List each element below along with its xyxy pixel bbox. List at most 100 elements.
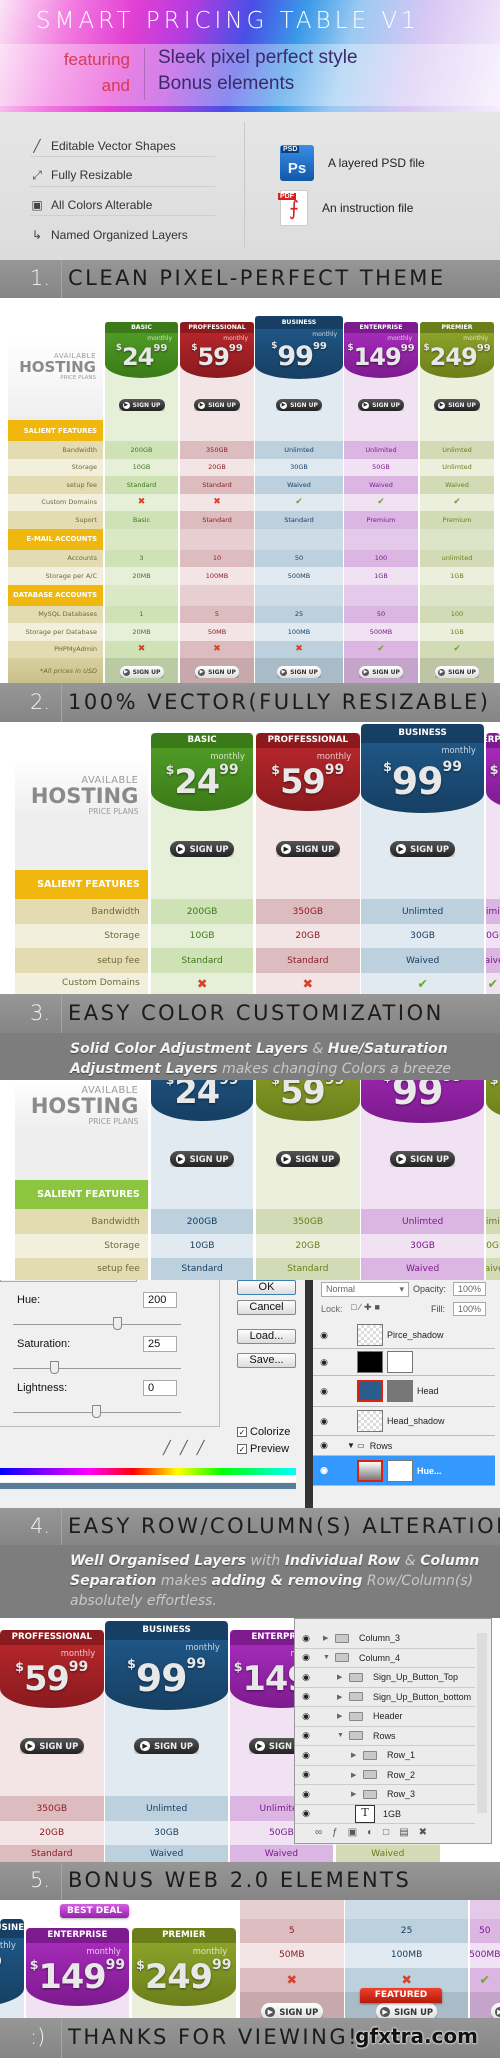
cross-icon: ✖	[196, 975, 208, 991]
eyedropper-icons[interactable]: ╱╱╱	[163, 1440, 213, 1456]
saturation-slider[interactable]	[13, 1361, 181, 1374]
expand-arrow-icon[interactable]: ▶	[337, 1712, 349, 1720]
eye-icon[interactable]: ◉	[317, 1330, 331, 1341]
colorize-checkbox[interactable]: ✓ Colorize	[237, 1426, 290, 1438]
layer-row[interactable]: ◉ ▼ ▭ Rows	[313, 1436, 495, 1456]
opacity-input[interactable]: 100%	[453, 1282, 487, 1296]
sign-up-button[interactable]: ▶SIGN UP	[359, 666, 403, 678]
expand-arrow-icon[interactable]: ▶	[351, 1790, 363, 1798]
layers-tree-icon: ↳	[31, 227, 43, 242]
eye-icon[interactable]: ◉	[299, 1789, 313, 1800]
lightness-slider[interactable]	[13, 1405, 181, 1418]
eye-icon[interactable]: ◉	[299, 1691, 313, 1702]
sign-up-button[interactable]: ▶SIGN UP	[275, 840, 340, 858]
sign-up-button[interactable]: ▶SIGN UP	[375, 2003, 438, 2018]
table-cell: 5	[240, 1918, 344, 1944]
eye-icon[interactable]: ◉	[299, 1730, 313, 1741]
layer-group-row[interactable]: ◉ ▶ Row_2	[295, 1766, 475, 1785]
expand-arrow-icon[interactable]: ▼	[323, 1654, 335, 1661]
sign-up-button[interactable]: ▶SIGN UP	[195, 666, 239, 678]
eye-icon[interactable]: ◉	[299, 1633, 313, 1644]
slider-thumb[interactable]	[113, 1317, 122, 1330]
sign-up-button[interactable]: ▶SIGN UP	[390, 840, 455, 858]
expand-arrow-icon[interactable]: ▶	[337, 1673, 349, 1681]
sign-up-label: SIGN UP	[208, 668, 236, 676]
eye-icon[interactable]: ◉	[317, 1357, 331, 1368]
sign-up-button[interactable]: ▶SIGN UP	[277, 666, 321, 678]
eye-icon[interactable]: ◉	[299, 1769, 313, 1780]
slider-thumb[interactable]	[50, 1361, 59, 1374]
layer-row[interactable]: ◉ Head	[313, 1376, 495, 1407]
sign-up-button[interactable]: ▶SIGN UP	[119, 666, 164, 678]
layers-toolbar-icons[interactable]: ∞ƒ▣◐□▤✖	[315, 1827, 437, 1838]
vector-pen-icon: ╱	[33, 138, 41, 153]
expand-arrow-icon[interactable]: ▶	[351, 1751, 363, 1759]
layers-panel: Normal ▾ Opacity: 100% Lock: □∕✚■ Fill: …	[313, 1280, 500, 1508]
sign-up-button[interactable]: ▶SIGN UP	[276, 399, 322, 411]
caption-part: makes	[156, 1573, 212, 1589]
expand-arrow-icon[interactable]: ▶	[337, 1693, 349, 1701]
slider-thumb[interactable]	[92, 1405, 101, 1418]
preview-checkbox[interactable]: ✓ Preview	[237, 1443, 289, 1455]
sign-up-button[interactable]: ▶SIGN UP	[490, 2003, 500, 2018]
layer-group-row[interactable]: ◉ ▶ Sign_Up_Button_Top	[295, 1668, 475, 1688]
expand-arrow-icon[interactable]: ▼	[337, 1732, 349, 1739]
expand-arrow-icon[interactable]: ▶	[323, 1634, 335, 1642]
eye-icon[interactable]: ◉	[317, 1465, 331, 1476]
layer-group-row[interactable]: ◉ ▶ Row_3	[295, 1785, 475, 1805]
saturation-input[interactable]: 25	[143, 1336, 177, 1352]
lock-icons[interactable]: □∕✚■	[351, 1302, 383, 1313]
sign-up-button[interactable]: ▶SIGN UP	[169, 840, 235, 858]
plan-name: ENTERPRISE	[344, 322, 418, 333]
layer-group-row[interactable]: ◉ ▶ Row_1	[295, 1746, 475, 1766]
sign-up-button[interactable]: ▶SIGN UP	[435, 666, 479, 678]
layer-group-row[interactable]: ◉ ▶ Header	[295, 1707, 475, 1727]
layer-group-row[interactable]: ◉ ▶ Column_3	[295, 1629, 475, 1649]
sign-up-button[interactable]: ▶SIGN UP	[358, 399, 404, 411]
cancel-button[interactable]: Cancel	[237, 1300, 296, 1315]
sign-up-label: SIGN UP	[39, 1740, 79, 1751]
sign-up-button[interactable]: ▶SIGN UP	[434, 399, 480, 411]
sign-up-button[interactable]: ▶SIGN UP	[194, 399, 240, 411]
eye-icon[interactable]: ◉	[299, 1652, 313, 1663]
sign-up-button[interactable]: ▶SIGN UP	[390, 1150, 455, 1168]
layer-row[interactable]: ◉ Head_shadow	[313, 1407, 495, 1436]
price-amount: $5999	[191, 343, 243, 371]
layer-group-row[interactable]: ◉ ▶ Sign_Up_Button_bottom	[295, 1688, 475, 1707]
eye-icon[interactable]: ◉	[317, 1440, 331, 1451]
sign-up-button[interactable]: ▶SIGN UP	[169, 1150, 235, 1168]
feature-row-label: Accounts	[8, 549, 103, 567]
resize-icon: ⤢	[32, 167, 42, 182]
caption-part: with	[246, 1553, 285, 1569]
sign-up-button[interactable]: ▶SIGN UP	[275, 1150, 340, 1168]
hue-input[interactable]: 200	[143, 1292, 177, 1308]
sign-up-button[interactable]: ▶SIGN UP	[19, 1737, 84, 1755]
ok-button[interactable]: OK	[237, 1280, 296, 1295]
eye-icon[interactable]: ◉	[299, 1750, 313, 1761]
eye-icon[interactable]: ◉	[299, 1672, 313, 1683]
sign-up-button[interactable]: ▶SIGN UP	[118, 399, 165, 411]
load-button[interactable]: Load...	[237, 1329, 296, 1344]
table-cell: Premium	[420, 511, 494, 529]
eye-icon[interactable]: ◉	[299, 1711, 313, 1722]
scrollbar[interactable]	[477, 1633, 487, 1813]
eye-icon[interactable]: ◉	[299, 1808, 313, 1819]
price-block-body: monthly$2499	[105, 333, 178, 378]
eye-icon[interactable]: ◉	[317, 1416, 331, 1427]
layer-row[interactable]: ◉ Hue...	[313, 1456, 495, 1486]
layer-group-row[interactable]: ◉ ▼ Column_4	[295, 1649, 475, 1668]
layer-group-row[interactable]: ◉ T 1GB	[295, 1804, 475, 1824]
blend-mode-select[interactable]: Normal ▾	[321, 1282, 409, 1297]
layer-row[interactable]: ◉ Pirce_shadow	[313, 1322, 495, 1349]
expand-arrow-icon[interactable]: ▶	[351, 1771, 363, 1779]
layer-row[interactable]: ◉	[313, 1349, 495, 1376]
lightness-input[interactable]: 0	[143, 1380, 177, 1396]
sign-up-button[interactable]: ▶SIGN UP	[134, 1737, 199, 1755]
hue-slider[interactable]	[13, 1317, 181, 1330]
layer-group-row[interactable]: ◉ ▼ Rows	[295, 1727, 475, 1746]
eye-icon[interactable]: ◉	[317, 1386, 331, 1397]
fill-input[interactable]: 100%	[453, 1302, 487, 1316]
save-button[interactable]: Save...	[237, 1353, 296, 1368]
price-block: monthly$14999	[344, 333, 418, 378]
sign-up-button[interactable]: ▶SIGN UP	[261, 2003, 323, 2018]
